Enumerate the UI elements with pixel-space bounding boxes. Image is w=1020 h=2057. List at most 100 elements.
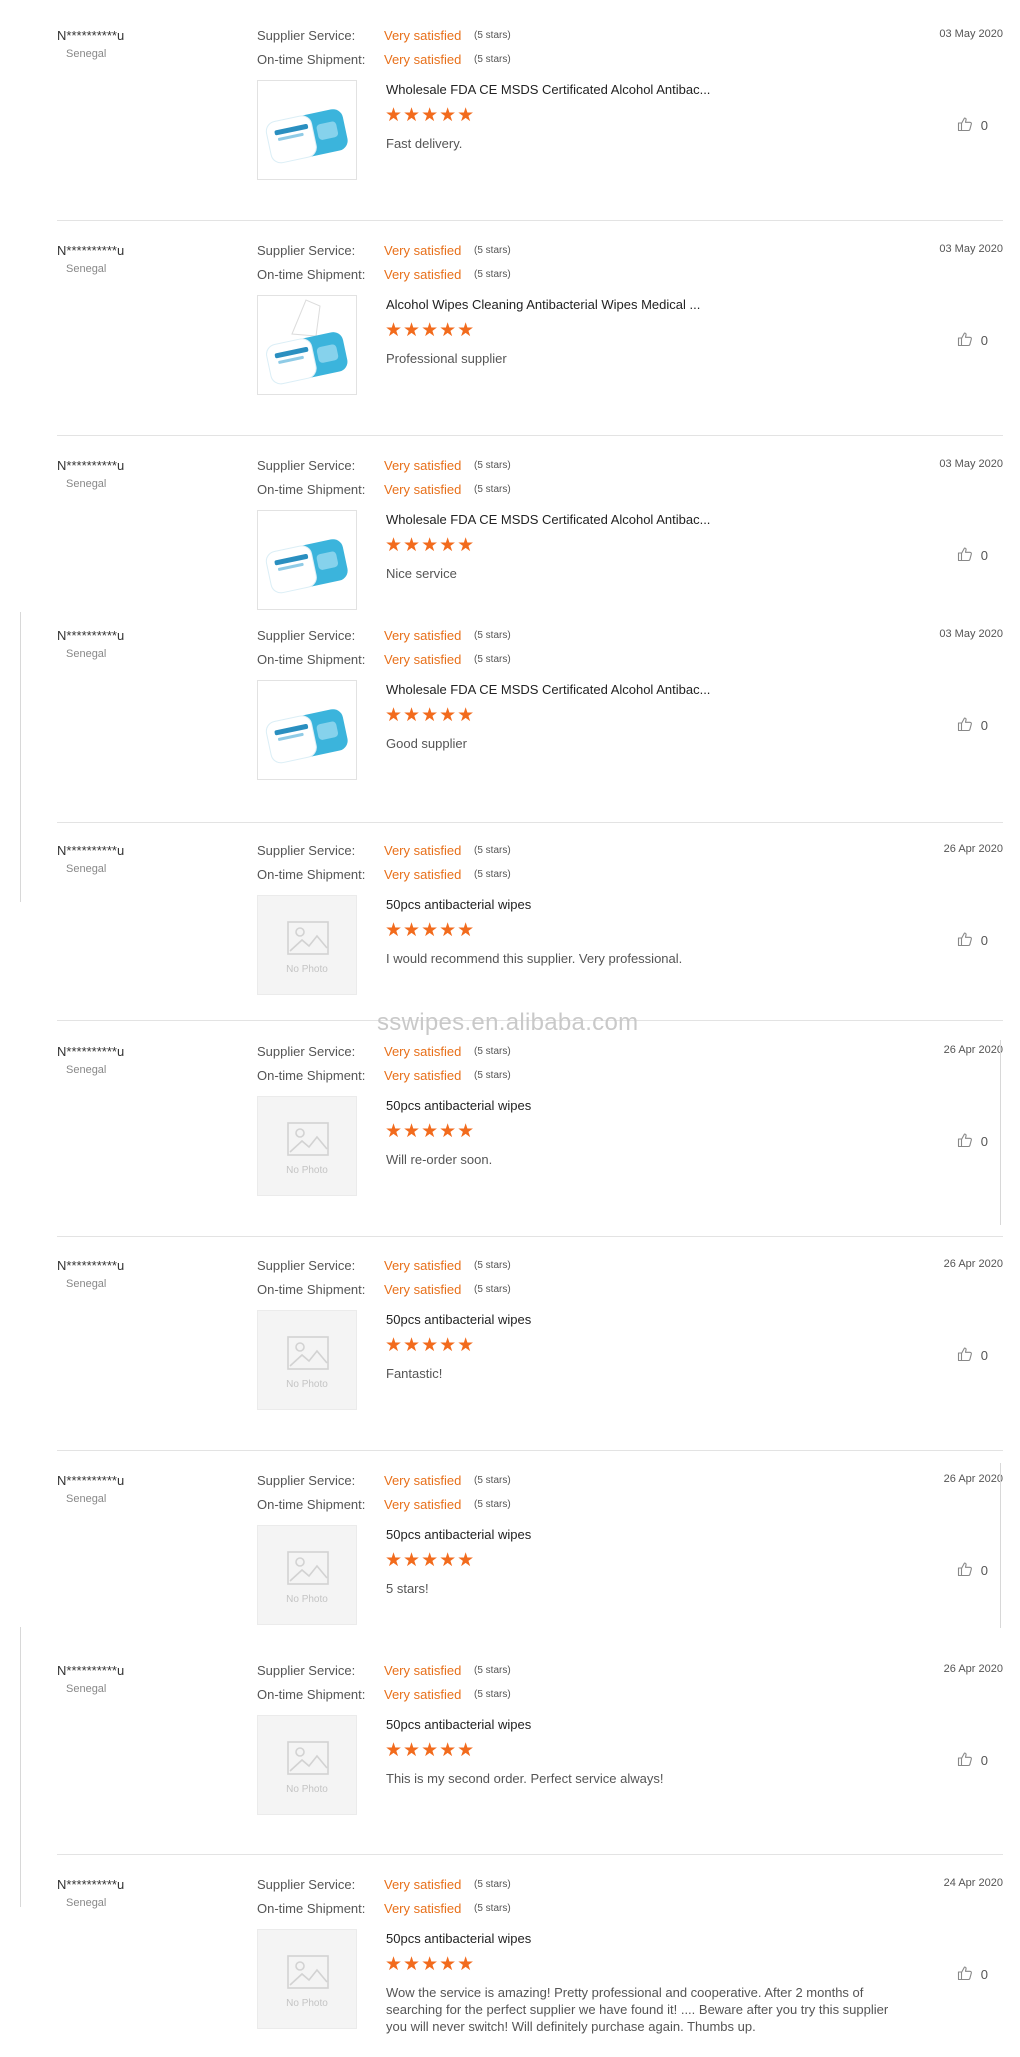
shipment-label: On-time Shipment: bbox=[257, 1901, 366, 1916]
like-button[interactable]: 0 bbox=[957, 546, 988, 565]
thumbs-up-icon bbox=[957, 116, 973, 135]
shipment-value: Very satisfied bbox=[384, 482, 462, 497]
supplier-service-value: Very satisfied bbox=[384, 28, 462, 43]
shipment-value: Very satisfied bbox=[384, 1068, 462, 1083]
wipes-pack-image bbox=[258, 709, 356, 779]
shipment-stars: (5 stars) bbox=[474, 654, 511, 665]
rating-stars: ★★★★★ bbox=[385, 1335, 476, 1356]
review-date: 03 May 2020 bbox=[939, 628, 1003, 640]
supplier-service-label: Supplier Service: bbox=[257, 628, 356, 643]
review-date: 26 Apr 2020 bbox=[943, 1044, 1003, 1056]
like-button[interactable]: 0 bbox=[957, 1965, 988, 1984]
product-thumbnail[interactable] bbox=[257, 510, 357, 610]
like-count: 0 bbox=[980, 1134, 988, 1149]
supplier-service-stars: (5 stars) bbox=[474, 1665, 511, 1676]
supplier-service-stars: (5 stars) bbox=[474, 1260, 511, 1271]
supplier-service-label: Supplier Service: bbox=[257, 1258, 356, 1273]
shipment-stars: (5 stars) bbox=[474, 54, 511, 65]
buyer-name: N**********u bbox=[57, 1663, 125, 1678]
product-name-link[interactable]: 50pcs antibacterial wipes bbox=[386, 1527, 531, 1542]
product-thumbnail[interactable] bbox=[257, 80, 357, 180]
no-photo-text: No Photo bbox=[286, 1998, 328, 2009]
edge-line bbox=[1000, 1040, 1001, 1225]
review-divider bbox=[57, 1450, 1003, 1451]
product-thumbnail[interactable]: No Photo bbox=[257, 1525, 357, 1625]
like-count: 0 bbox=[980, 548, 988, 563]
edge-line bbox=[1000, 1463, 1001, 1628]
product-name-link[interactable]: Wholesale FDA CE MSDS Certificated Alcoh… bbox=[386, 512, 710, 527]
supplier-service-stars: (5 stars) bbox=[474, 630, 511, 641]
product-thumbnail[interactable]: No Photo bbox=[257, 1715, 357, 1815]
buyer-country: Senegal bbox=[66, 1278, 107, 1290]
edge-line bbox=[20, 1627, 21, 1907]
buyer-name: N**********u bbox=[57, 628, 125, 643]
like-button[interactable]: 0 bbox=[957, 1561, 988, 1580]
supplier-service-value: Very satisfied bbox=[384, 1877, 462, 1892]
buyer-country: Senegal bbox=[66, 863, 107, 875]
like-count: 0 bbox=[980, 1348, 988, 1363]
like-button[interactable]: 0 bbox=[957, 1132, 988, 1151]
review-comment: Nice service bbox=[386, 566, 457, 581]
supplier-service-label: Supplier Service: bbox=[257, 1044, 356, 1059]
buyer-country: Senegal bbox=[66, 263, 107, 275]
product-name-link[interactable]: 50pcs antibacterial wipes bbox=[386, 1717, 531, 1732]
product-thumbnail[interactable]: No Photo bbox=[257, 1929, 357, 2029]
supplier-service-label: Supplier Service: bbox=[257, 458, 356, 473]
shipment-label: On-time Shipment: bbox=[257, 867, 366, 882]
rating-stars: ★★★★★ bbox=[385, 1954, 476, 1975]
shipment-value: Very satisfied bbox=[384, 1497, 462, 1512]
like-button[interactable]: 0 bbox=[957, 716, 988, 735]
product-thumbnail[interactable]: No Photo bbox=[257, 1310, 357, 1410]
supplier-service-value: Very satisfied bbox=[384, 1044, 462, 1059]
like-button[interactable]: 0 bbox=[957, 331, 988, 350]
product-thumbnail[interactable]: No Photo bbox=[257, 1096, 357, 1196]
supplier-service-value: Very satisfied bbox=[384, 243, 462, 258]
like-button[interactable]: 0 bbox=[957, 116, 988, 135]
buyer-country: Senegal bbox=[66, 48, 107, 60]
like-count: 0 bbox=[980, 1563, 988, 1578]
product-name-link[interactable]: 50pcs antibacterial wipes bbox=[386, 897, 531, 912]
shipment-label: On-time Shipment: bbox=[257, 1068, 366, 1083]
wipes-pack-image bbox=[258, 109, 356, 179]
shipment-stars: (5 stars) bbox=[474, 1070, 511, 1081]
rating-stars: ★★★★★ bbox=[385, 1550, 476, 1571]
no-photo-icon bbox=[287, 921, 329, 960]
thumbs-up-icon bbox=[957, 716, 973, 735]
like-button[interactable]: 0 bbox=[957, 931, 988, 950]
like-button[interactable]: 0 bbox=[957, 1751, 988, 1770]
product-name-link[interactable]: Wholesale FDA CE MSDS Certificated Alcoh… bbox=[386, 82, 710, 97]
review-comment: Fast delivery. bbox=[386, 136, 463, 151]
buyer-name: N**********u bbox=[57, 28, 125, 43]
product-name-link[interactable]: Alcohol Wipes Cleaning Antibacterial Wip… bbox=[386, 297, 700, 312]
product-thumbnail[interactable] bbox=[257, 680, 357, 780]
review-comment: This is my second order. Perfect service… bbox=[386, 1771, 664, 1786]
product-thumbnail[interactable]: No Photo bbox=[257, 895, 357, 995]
supplier-service-value: Very satisfied bbox=[384, 628, 462, 643]
shipment-label: On-time Shipment: bbox=[257, 1687, 366, 1702]
buyer-name: N**********u bbox=[57, 1473, 125, 1488]
product-name-link[interactable]: 50pcs antibacterial wipes bbox=[386, 1931, 531, 1946]
edge-line bbox=[20, 612, 21, 902]
shipment-stars: (5 stars) bbox=[474, 869, 511, 880]
no-photo-text: No Photo bbox=[286, 1379, 328, 1390]
review-divider bbox=[57, 1854, 1003, 1855]
buyer-name: N**********u bbox=[57, 843, 125, 858]
supplier-service-value: Very satisfied bbox=[384, 843, 462, 858]
rating-stars: ★★★★★ bbox=[385, 535, 476, 556]
like-button[interactable]: 0 bbox=[957, 1346, 988, 1365]
product-thumbnail[interactable] bbox=[257, 295, 357, 395]
review-date: 26 Apr 2020 bbox=[943, 1473, 1003, 1485]
product-name-link[interactable]: 50pcs antibacterial wipes bbox=[386, 1312, 531, 1327]
shipment-stars: (5 stars) bbox=[474, 269, 511, 280]
like-count: 0 bbox=[980, 1753, 988, 1768]
product-name-link[interactable]: Wholesale FDA CE MSDS Certificated Alcoh… bbox=[386, 682, 710, 697]
shipment-label: On-time Shipment: bbox=[257, 482, 366, 497]
supplier-service-label: Supplier Service: bbox=[257, 843, 356, 858]
supplier-service-stars: (5 stars) bbox=[474, 460, 511, 471]
thumbs-up-icon bbox=[957, 331, 973, 350]
rating-stars: ★★★★★ bbox=[385, 1121, 476, 1142]
watermark: sswipes.en.alibaba.com bbox=[377, 1009, 639, 1036]
supplier-service-stars: (5 stars) bbox=[474, 1046, 511, 1057]
review-comment: Professional supplier bbox=[386, 351, 507, 366]
product-name-link[interactable]: 50pcs antibacterial wipes bbox=[386, 1098, 531, 1113]
